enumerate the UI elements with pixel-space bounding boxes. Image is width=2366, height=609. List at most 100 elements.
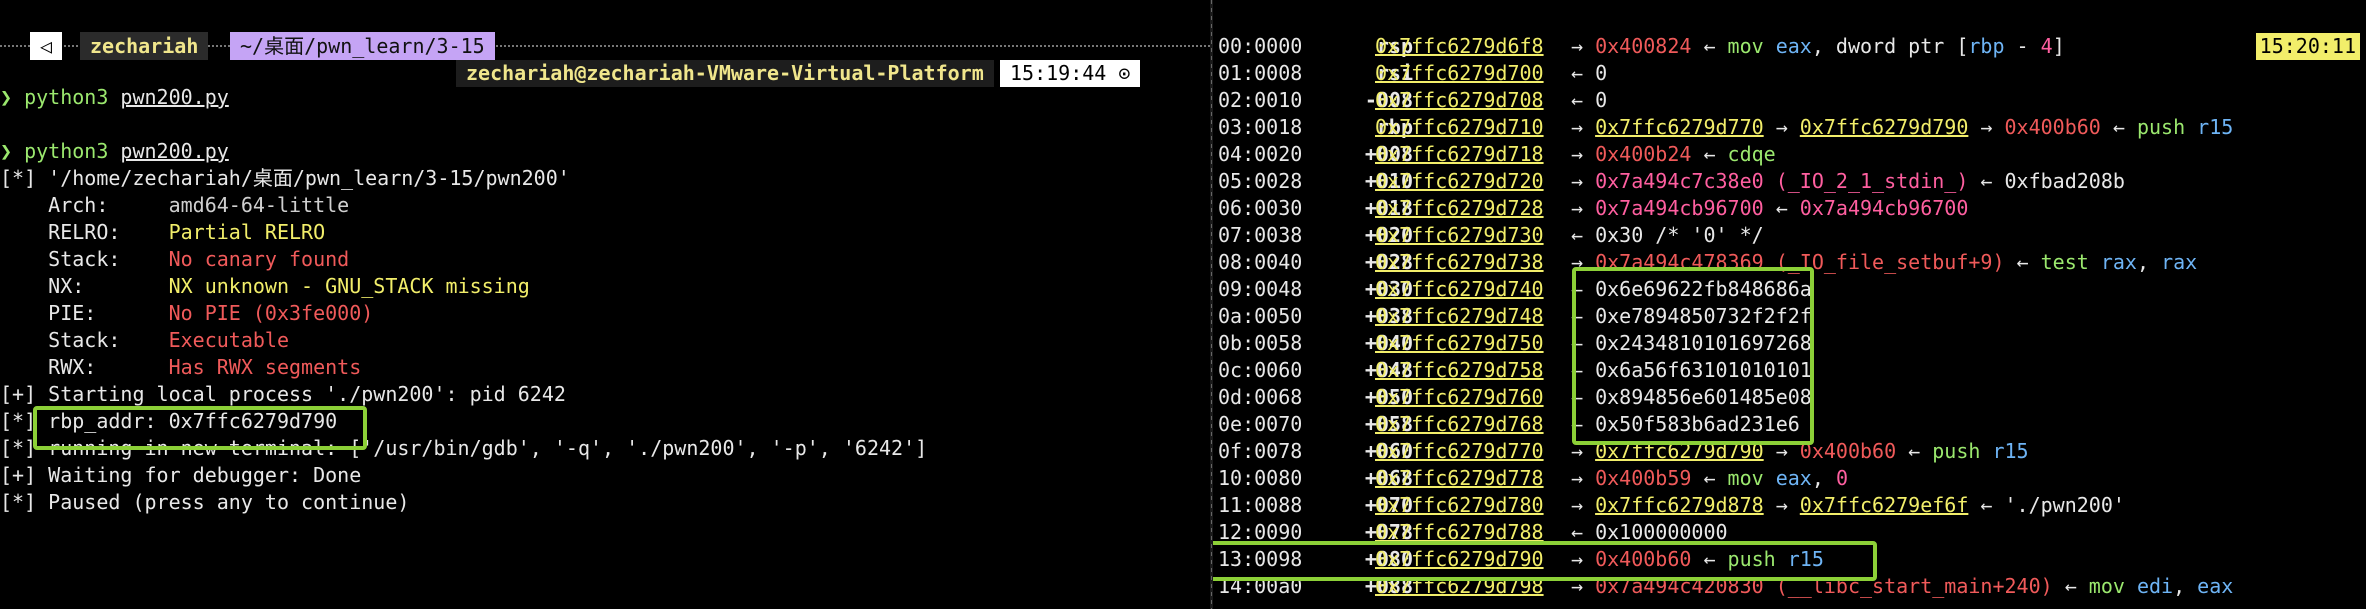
stack-address: 0x7ffc6279d738 [1375, 250, 1544, 274]
stack-token: ← [1896, 439, 1933, 463]
stack-row: 11:0088 +070 0x7ffc6279d780 → 0x7ffc6279d87… [1213, 492, 2366, 519]
checksec-label: Stack: [0, 247, 169, 271]
stack-address: 0x7ffc6279d770 [1375, 439, 1544, 463]
stack-value: → 0x400b59 ← mov eax, 0 [1571, 465, 1848, 492]
os-icon: ◁ [30, 32, 63, 60]
terminal-line: [*] '/home/zechariah/桌面/pwn_learn/3-15/p… [0, 166, 570, 190]
stack-token: 0x400b59 [1595, 466, 1692, 490]
prompt-path: ~/桌面/pwn_learn/3-15 [230, 32, 495, 60]
stack-value: ← 0 [1571, 87, 1607, 114]
stack-token: 0x7a494cb96700 [1595, 196, 1764, 220]
left-terminal-pane[interactable]: ◁ zechariah ~/桌面/pwn_learn/3-15 zecharia… [0, 0, 1210, 609]
stack-token: 4 [2040, 34, 2053, 58]
stack-token: → [1763, 115, 1800, 139]
stack-row: 10:0080 +068 0x7ffc6279d778 → 0x400b59 ← mo… [1213, 465, 2366, 492]
stack-token: 0x400824 [1595, 34, 1692, 58]
terminal-line: [+] Starting local process './pwn200': p… [0, 382, 566, 406]
command-arg: pwn200.py [120, 139, 229, 163]
prompt-user: zechariah [80, 32, 209, 60]
stack-value: ← 0 [1571, 60, 1607, 87]
stack-address: 0x7ffc6279d780 [1375, 493, 1544, 517]
stack-offset: 10:0080 [1218, 466, 1303, 490]
stack-token: rax [2161, 250, 2198, 274]
stack-offset: 0c:0060 [1218, 358, 1303, 382]
stack-address: 0x7ffc6279d768 [1375, 412, 1544, 436]
stack-address: 0x7ffc6279d6f8 [1375, 34, 1544, 58]
stack-row: 04:0020 +008 0x7ffc6279d718 → 0x400b24 ← cd… [1213, 141, 2366, 168]
stack-offset: 07:0038 [1218, 223, 1303, 247]
prompt-arrow-icon: ❯ [0, 85, 25, 109]
stack-offset: 05:0028 [1218, 169, 1303, 193]
stack-token: ← [2100, 115, 2137, 139]
stack-address: 0x7ffc6279d760 [1375, 385, 1544, 409]
stack-token: eax [2197, 574, 2234, 598]
stack-token: rax [2100, 250, 2137, 274]
prompt-host: zechariah@zechariah-VMware-Virtual-Platf… [456, 60, 994, 87]
stack-token: ← [1691, 466, 1728, 490]
stack-token: ] [2052, 34, 2065, 58]
checksec-label: RELRO: [0, 220, 169, 244]
stack-token: → [1571, 169, 1596, 193]
stack-address: 0x7ffc6279d708 [1375, 88, 1544, 112]
stack-token: → [1571, 466, 1596, 490]
stack-offset: 03:0018 [1218, 115, 1303, 139]
stack-offset: 00:0000 [1218, 34, 1303, 58]
stack-token: 0x7ffc6279d770 [1595, 115, 1764, 139]
stack-token: → [1571, 493, 1596, 517]
stack-token: → [1571, 115, 1596, 139]
stack-token: cdqe [1727, 142, 1776, 166]
stack-token: 0x7ffc6279d790 [1799, 115, 1969, 139]
highlight-shellcode [1572, 267, 1814, 445]
stack-token: 0x400b24 [1595, 142, 1692, 166]
stack-offset: 02:0010 [1218, 88, 1303, 112]
stack-row: 02:0010 -008 0x7ffc6279d708 ← 0 [1213, 87, 2366, 114]
stack-address: 0x7ffc6279d720 [1375, 169, 1544, 193]
stack-token: r15 [1992, 439, 2029, 463]
stack-address: 0x7ffc6279d740 [1375, 277, 1544, 301]
stack-token: ← 0xfbad208b [1968, 169, 2125, 193]
stack-value: ← 0x30 /* '0' */ [1571, 222, 1764, 249]
stack-value: → 0x7ffc6279d770 → 0x7ffc6279d790 → 0x40… [1571, 114, 2233, 141]
stack-address: 0x7ffc6279d778 [1375, 466, 1544, 490]
terminal-line: RWX: Has RWX segments [0, 354, 927, 381]
terminal-line: ❯ python3 pwn200.py [0, 84, 927, 111]
checksec-label: RWX: [0, 355, 169, 379]
stack-offset: 04:0020 [1218, 142, 1303, 166]
stack-token: , dword ptr [ [1811, 34, 1969, 58]
stack-token: edi [2136, 574, 2174, 598]
terminal-line: [+] Waiting for debugger: Done [0, 463, 362, 487]
stack-token: ← [2004, 250, 2041, 274]
checksec-value: Partial RELRO [168, 220, 326, 244]
terminal-output: ❯ python3 pwn200.py ❯ python3 pwn200.py[… [0, 84, 927, 516]
stack-row: 00:0000 rsp 0x7ffc6279d6f8 → 0x400824 ← mov… [1213, 33, 2366, 60]
terminal-line: Arch: amd64-64-little [0, 192, 927, 219]
stack-token: , [1811, 466, 1836, 490]
stack-address: 0x7ffc6279d750 [1375, 331, 1544, 355]
terminal-line: Stack: Executable [0, 327, 927, 354]
stack-token: push [2136, 115, 2198, 139]
stack-offset: 11:0088 [1218, 493, 1303, 517]
highlight-return-addr [1213, 541, 1877, 581]
stack-token: 0 [1835, 466, 1848, 490]
stack-token: eax [1775, 466, 1812, 490]
stack-row: 01:0008 rsi 0x7ffc6279d700 ← 0 [1213, 60, 2366, 87]
checksec-value: No canary found [168, 247, 350, 271]
stack-address: 0x7ffc6279d728 [1375, 196, 1544, 220]
prompt-time: 15:19:44 ⊙ [1000, 60, 1141, 87]
stack-value: → 0x7a494c7c38e0 (_IO_2_1_stdin_) ← 0xfb… [1571, 168, 2125, 195]
stack-offset: 08:0040 [1218, 250, 1303, 274]
checksec-value: Has RWX segments [168, 355, 362, 379]
stack-token: 0x7a494c7c38e0 (_IO_2_1_stdin_) [1595, 169, 1969, 193]
stack-row: 05:0028 +010 0x7ffc6279d720 → 0x7a494c7c38e… [1213, 168, 2366, 195]
prompt-arrow-icon: ❯ [0, 139, 25, 163]
stack-token: mov [2088, 574, 2137, 598]
stack-token: mov [1727, 466, 1776, 490]
stack-offset: 01:0008 [1218, 61, 1303, 85]
stack-token: ← [2052, 574, 2089, 598]
stack-token: ← [1691, 34, 1728, 58]
gdb-stack-pane[interactable]: 15:20:11 00:0000 rsp 0x7ffc6279d6f8 → 0x400… [1213, 0, 2366, 609]
stack-offset: 0f:0078 [1218, 439, 1303, 463]
stack-value: → 0x400b24 ← cdqe [1571, 141, 1776, 168]
stack-token: ← [1691, 142, 1728, 166]
